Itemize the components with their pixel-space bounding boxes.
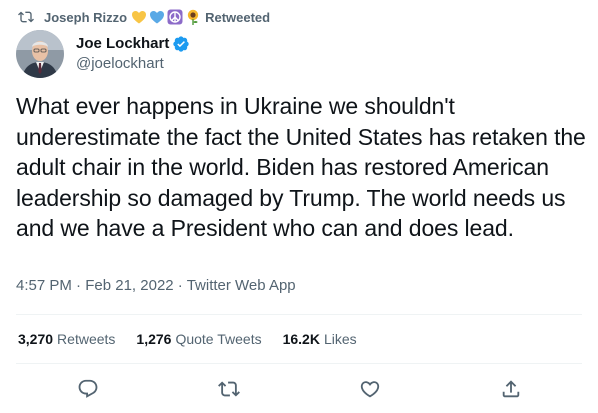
tweet-detail: Joseph Rizzo Retweeted Joe Lockhart @joe… — [0, 0, 598, 413]
like-icon — [359, 378, 381, 400]
tweet-source[interactable]: Twitter Web App — [187, 277, 296, 294]
retweeter-name[interactable]: Joseph Rizzo — [44, 10, 127, 25]
quote-tweets-count: 1,276 — [136, 331, 172, 347]
meta-separator: · — [76, 277, 82, 294]
likes-label: Likes — [323, 331, 357, 347]
reply-icon — [77, 378, 99, 400]
blue-heart-icon — [149, 9, 165, 25]
author-handle[interactable]: @joelockhart — [76, 54, 190, 74]
retweets-stat[interactable]: 3,270 Retweets — [18, 331, 115, 347]
verified-badge-icon — [172, 35, 190, 53]
author-names: Joe Lockhart @joelockhart — [76, 34, 190, 74]
action-bar — [0, 374, 598, 404]
tweet-text: What ever happens in Ukraine we shouldn'… — [16, 93, 586, 241]
like-button[interactable] — [358, 377, 382, 401]
retweets-count: 3,270 — [18, 331, 54, 347]
divider — [16, 314, 582, 315]
retweets-label: Retweets — [57, 331, 116, 347]
quote-tweets-label: Quote Tweets — [175, 331, 262, 347]
retweet-context[interactable]: Joseph Rizzo Retweeted — [18, 8, 270, 26]
tweet-meta: 4:57 PM · Feb 21, 2022 · Twitter Web App — [16, 277, 296, 294]
divider — [16, 363, 582, 364]
display-name-row[interactable]: Joe Lockhart — [76, 34, 190, 54]
peace-sign-icon — [167, 9, 183, 25]
yellow-heart-icon — [131, 9, 147, 25]
author-block[interactable]: Joe Lockhart @joelockhart — [16, 30, 190, 78]
retweet-icon — [218, 378, 240, 400]
retweeted-label: Retweeted — [205, 9, 271, 25]
retweet-context-icon — [18, 9, 34, 25]
reply-button[interactable] — [76, 377, 100, 401]
retweet-button[interactable] — [217, 377, 241, 401]
avatar[interactable] — [16, 30, 64, 78]
display-name[interactable]: Joe Lockhart — [76, 34, 169, 54]
quote-tweets-stat[interactable]: 1,276 Quote Tweets — [136, 331, 261, 347]
likes-stat[interactable]: 16.2K Likes — [283, 331, 357, 347]
engagement-stats: 3,270 Retweets 1,276 Quote Tweets 16.2K … — [18, 331, 378, 347]
tweet-time[interactable]: 4:57 PM — [16, 277, 72, 294]
share-button[interactable] — [499, 377, 523, 401]
likes-count: 16.2K — [282, 331, 320, 347]
sunflower-icon — [185, 9, 201, 25]
meta-separator: · — [177, 277, 183, 294]
tweet-date[interactable]: Feb 21, 2022 — [85, 277, 173, 294]
share-icon — [500, 378, 522, 400]
